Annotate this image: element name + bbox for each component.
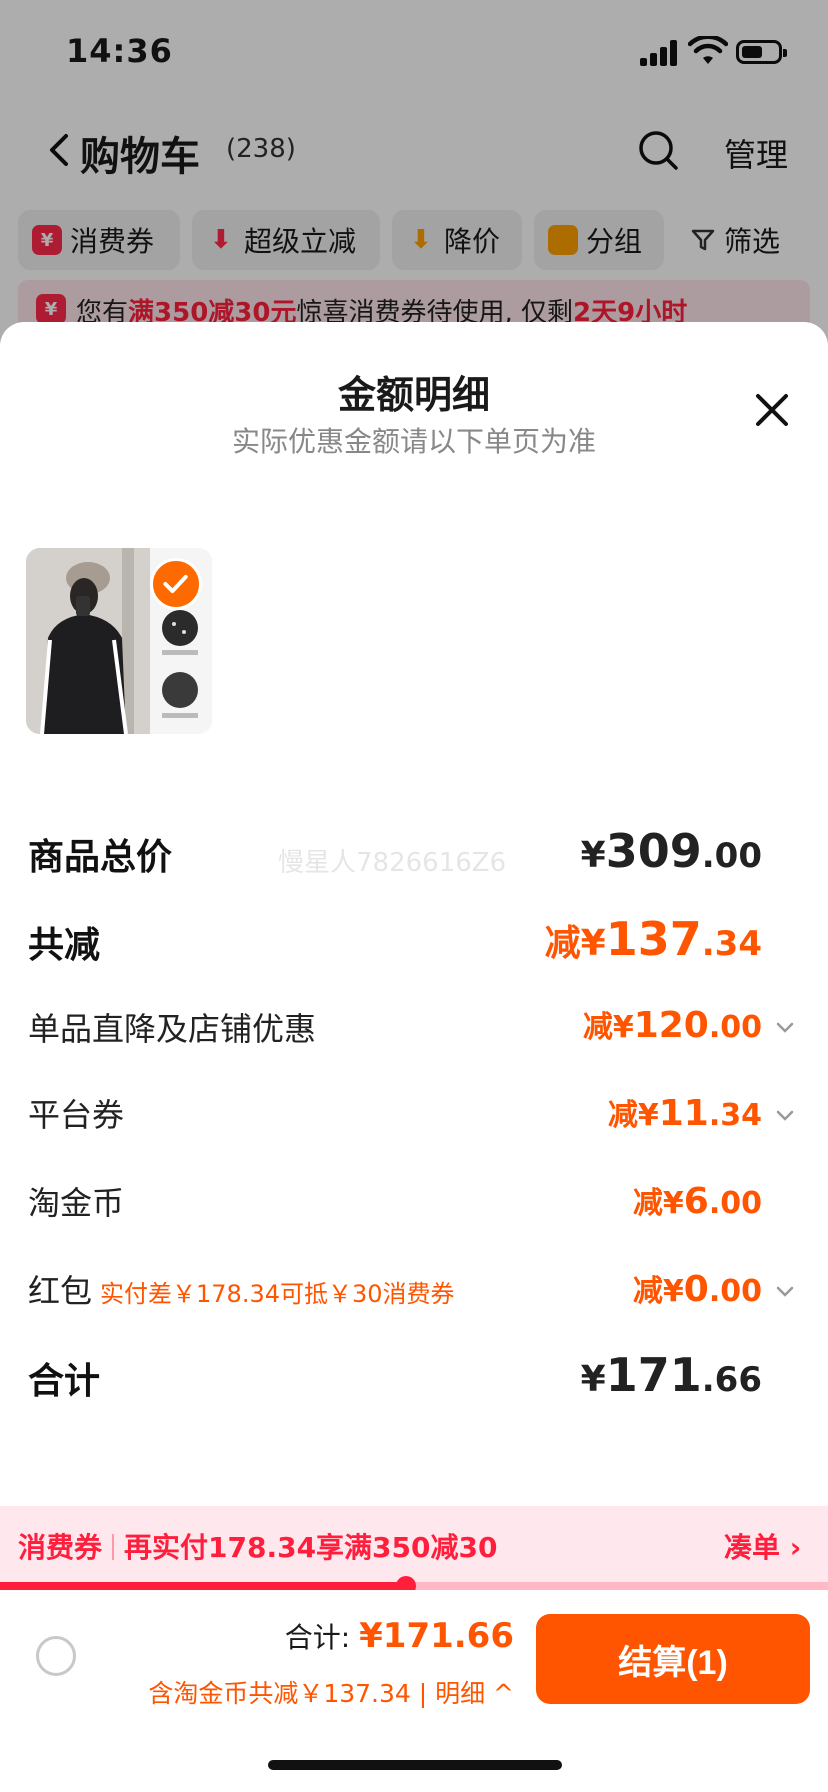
watermark: 慢星人7826616Z6 [278, 848, 507, 878]
coupon-progress-fill [0, 1582, 406, 1590]
total-label: 合计: [284, 1621, 360, 1654]
close-icon[interactable] [752, 390, 792, 430]
row-label-red-packet: 红包 实付差￥178.34可抵￥30消费券 [28, 1272, 455, 1310]
sheet-subtitle: 实际优惠金额请以下单页为准 [231, 425, 596, 458]
row-value-store-discount[interactable]: 减¥120.00 [583, 1002, 762, 1046]
divider [112, 1534, 114, 1560]
row-label-total-discount: 共减 [28, 925, 101, 966]
chevron-down-icon[interactable] [774, 1104, 796, 1126]
chevron-down-icon[interactable] [774, 1280, 796, 1302]
row-label-coins: 淘金币 [28, 1184, 125, 1222]
add-items-link[interactable]: 凑单 › [724, 1526, 801, 1566]
checkout-button[interactable]: 结算(1) [536, 1614, 810, 1704]
selected-check-icon[interactable] [150, 558, 202, 610]
row-label-total-price: 商品总价 [28, 837, 173, 878]
coupon-progress-bar [0, 1576, 828, 1596]
row-value-red-packet[interactable]: 减¥0.00 [633, 1266, 762, 1310]
promo-tag: 消费券 [18, 1531, 103, 1564]
checkout-total: 合计: ¥171.66 [285, 1616, 514, 1656]
promo-message: 再实付178.34享满350减30 [124, 1531, 498, 1564]
coupon-progress-banner[interactable]: 消费券 再实付178.34享满350减30 凑单 › [0, 1506, 828, 1586]
sheet-title: 金额明细 [337, 373, 490, 417]
row-label-store-discount: 单品直降及店铺优惠 [28, 1010, 317, 1048]
row-value-total-discount: 减¥137.34 [544, 912, 762, 966]
total-amount: ¥171.66 [359, 1616, 514, 1656]
row-label-grand-total: 合计 [28, 1361, 101, 1402]
home-indicator[interactable] [268, 1760, 562, 1770]
savings-detail-link[interactable]: 含淘金币共减￥137.34 | 明细 ^ [148, 1674, 514, 1710]
red-packet-note: 实付差￥178.34可抵￥30消费券 [100, 1280, 455, 1308]
row-value-total-price: ¥309.00 [580, 824, 762, 878]
row-value-platform-coupon[interactable]: 减¥11.34 [608, 1090, 762, 1134]
row-value-grand-total: ¥171.66 [580, 1348, 762, 1402]
product-photo [26, 548, 150, 734]
row-value-coins: 减¥6.00 [632, 1181, 762, 1222]
chevron-down-icon[interactable] [774, 1016, 796, 1038]
row-label-platform-coupon: 平台券 [28, 1096, 125, 1134]
select-all-checkbox[interactable] [36, 1636, 76, 1676]
